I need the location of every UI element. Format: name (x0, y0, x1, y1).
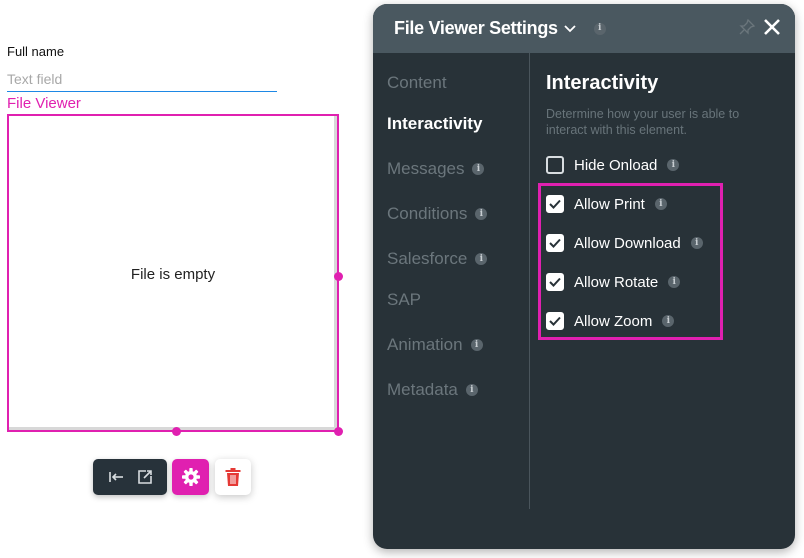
info-icon[interactable]: i (475, 208, 488, 220)
nav-label: Animation (387, 335, 463, 354)
file-viewer-element[interactable]: File is empty (7, 114, 339, 432)
nav-label: Metadata (387, 380, 458, 399)
nav-label: Content (387, 73, 447, 92)
nav-label: Salesforce (387, 249, 468, 268)
nav-label: Interactivity (387, 114, 483, 133)
external-link-icon (137, 470, 152, 484)
nav-item-conditions[interactable]: Conditions i (387, 204, 488, 224)
field-label: Full name (7, 44, 65, 59)
info-icon[interactable]: i (465, 384, 478, 396)
nav-item-content[interactable]: Content (387, 73, 447, 93)
option-hide-onload[interactable]: Hide Onload i (546, 156, 680, 174)
highlight-box (538, 183, 723, 340)
file-empty-text: File is empty (130, 266, 216, 283)
element-toolbar (93, 459, 167, 495)
nav-label: Messages (387, 159, 465, 178)
pin-icon[interactable] (739, 18, 756, 40)
file-viewer-label: File Viewer (7, 95, 81, 112)
arrow-to-left-icon (108, 472, 123, 482)
info-icon[interactable]: i (667, 159, 680, 171)
nav-item-animation[interactable]: Animation i (387, 335, 483, 355)
settings-nav: Content Interactivity Messages i Conditi… (373, 53, 530, 509)
resize-handle-right[interactable] (334, 272, 343, 281)
nav-item-interactivity[interactable]: Interactivity (387, 114, 482, 134)
info-icon[interactable]: i (470, 339, 483, 351)
align-left-button[interactable] (104, 465, 128, 489)
settings-button[interactable] (172, 459, 209, 495)
panel-title: File Viewer Settings (394, 18, 558, 38)
nav-item-salesforce[interactable]: Salesforce i (387, 249, 488, 269)
nav-item-messages[interactable]: Messages i (387, 159, 485, 179)
nav-item-sap[interactable]: SAP (387, 290, 421, 310)
nav-item-metadata[interactable]: Metadata i (387, 380, 478, 400)
nav-label: SAP (387, 290, 422, 309)
chevron-down-icon[interactable] (564, 23, 576, 35)
close-icon[interactable] (761, 16, 783, 38)
info-icon[interactable]: i (593, 22, 606, 35)
option-label: Hide Onload (574, 156, 658, 174)
delete-button[interactable] (215, 459, 251, 495)
trash-icon (225, 468, 241, 486)
resize-handle-corner[interactable] (334, 427, 343, 436)
section-description: Determine how your user is able to inter… (546, 107, 740, 137)
resize-handle-bottom[interactable] (172, 427, 181, 436)
info-icon[interactable]: i (472, 163, 485, 175)
gear-icon (181, 468, 200, 486)
full-name-input[interactable] (7, 66, 277, 92)
settings-panel: File Viewer Settings i Content Interacti… (373, 4, 795, 549)
panel-header: File Viewer Settings i (373, 4, 795, 53)
nav-label: Conditions (387, 204, 468, 223)
info-icon[interactable]: i (475, 253, 488, 265)
checkbox[interactable] (546, 156, 564, 174)
section-title: Interactivity (546, 72, 659, 94)
open-external-button[interactable] (133, 465, 157, 489)
